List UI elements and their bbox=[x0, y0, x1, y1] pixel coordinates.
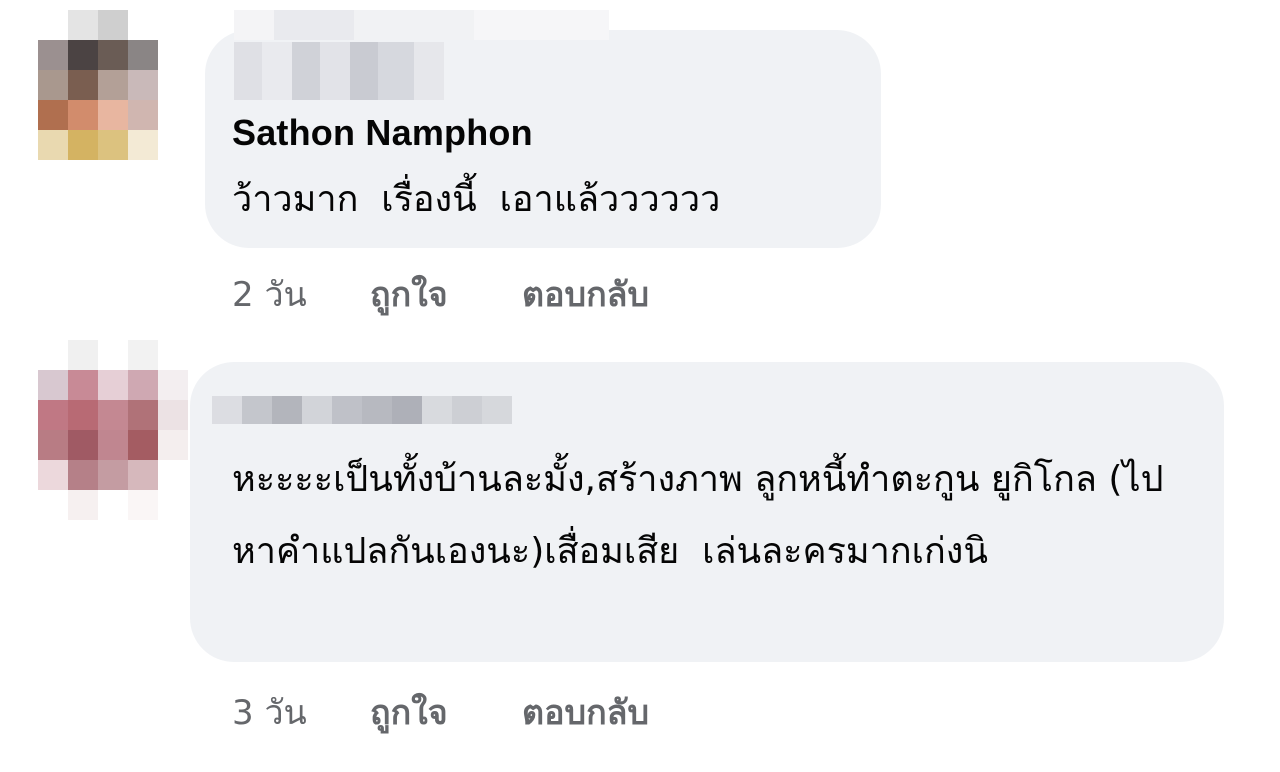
avatar[interactable] bbox=[38, 10, 158, 160]
like-link[interactable]: ถูกใจ bbox=[370, 267, 522, 321]
comment-actions: 2 วัน ถูกใจ ตอบกลับ bbox=[232, 267, 649, 321]
reply-link[interactable]: ตอบกลับ bbox=[522, 267, 649, 321]
reply-link[interactable]: ตอบกลับ bbox=[522, 685, 649, 739]
comment-text: ว้าวมาก เรื่องนี้ เอาแล้วววววว bbox=[232, 179, 721, 220]
blurred-name-top bbox=[234, 10, 609, 40]
comment-timestamp[interactable]: 2 วัน bbox=[232, 267, 370, 321]
comment-timestamp[interactable]: 3 วัน bbox=[232, 685, 370, 739]
blurred-name bbox=[234, 42, 444, 100]
avatar[interactable] bbox=[38, 340, 188, 520]
comment-author[interactable]: Sathon Namphon bbox=[232, 112, 533, 154]
comment-text: หะะะะเป็นทั้งบ้านละมั้ง,สร้างภาพ ลูกหนี้… bbox=[232, 459, 1164, 572]
like-link[interactable]: ถูกใจ bbox=[370, 685, 522, 739]
blurred-name bbox=[212, 396, 512, 424]
comment-actions: 3 วัน ถูกใจ ตอบกลับ bbox=[232, 685, 649, 739]
